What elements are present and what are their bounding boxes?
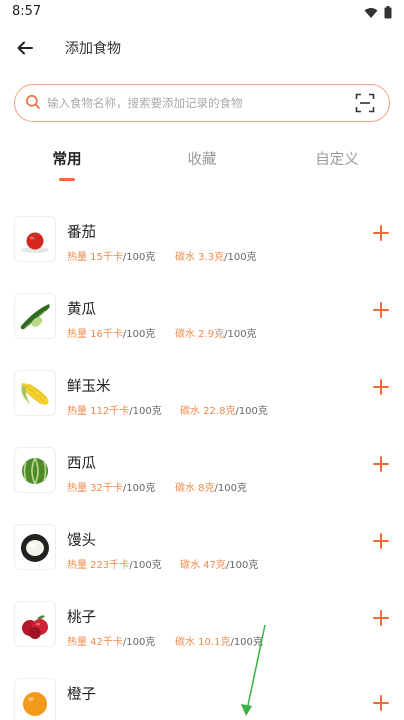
tomato-icon	[21, 232, 49, 253]
tab-common[interactable]: 常用	[27, 148, 107, 169]
food-name: 桃子	[67, 610, 96, 626]
food-thumbnail	[14, 447, 56, 493]
orange-icon	[23, 692, 47, 716]
add-food-button[interactable]	[372, 609, 390, 627]
steamed-bun-icon	[21, 534, 49, 562]
add-food-button[interactable]	[372, 301, 390, 319]
food-thumbnail	[14, 216, 56, 262]
food-thumbnail	[14, 524, 56, 570]
food-thumbnail	[14, 678, 56, 720]
add-food-button[interactable]	[372, 224, 390, 242]
food-item-peach[interactable]: 桃子 热量 42千卡/100克 碳水 10.1克/100克	[0, 593, 404, 670]
wifi-icon	[364, 7, 378, 18]
food-energy: 热量 223千卡/100克	[67, 560, 162, 571]
battery-icon	[384, 6, 392, 19]
add-food-button[interactable]	[372, 455, 390, 473]
food-carbs: 碳水 3.3克/100克	[175, 252, 257, 263]
food-name: 西瓜	[67, 456, 96, 472]
food-energy: 热量 15千卡/100克	[67, 252, 156, 263]
app-bar: 添加食物	[0, 26, 404, 70]
search-bar[interactable]	[14, 84, 390, 122]
food-carbs: 碳水 22.8克/100克	[180, 406, 268, 417]
food-item-orange[interactable]: 橙子	[0, 670, 404, 720]
food-carbs: 碳水 8克/100克	[175, 483, 248, 494]
food-name: 鲜玉米	[67, 379, 111, 395]
back-button[interactable]	[12, 36, 38, 60]
food-energy: 热量 112千卡/100克	[67, 406, 162, 417]
food-thumbnail	[14, 370, 56, 416]
status-icons	[364, 6, 392, 19]
food-name: 橙子	[67, 687, 96, 703]
tab-custom[interactable]: 自定义	[297, 148, 377, 169]
food-name: 黄瓜	[67, 302, 96, 318]
add-food-button[interactable]	[372, 378, 390, 396]
tab-bar: 常用 收藏 自定义	[0, 142, 404, 188]
food-thumbnail	[14, 601, 56, 647]
food-energy: 热量 42千卡/100克	[67, 637, 156, 648]
food-carbs: 碳水 47克/100克	[180, 560, 259, 571]
food-list: 番茄 热量 15千卡/100克 碳水 3.3克/100克 黄瓜 热量 16千卡/…	[0, 208, 404, 720]
tab-indicator	[59, 178, 75, 181]
watermelon-icon	[22, 457, 48, 485]
arrow-left-icon	[17, 41, 33, 55]
food-energy: 热量 32千卡/100克	[67, 483, 156, 494]
status-time: 8:57	[12, 4, 42, 19]
food-thumbnail	[14, 293, 56, 339]
food-name: 馒头	[67, 533, 96, 549]
search-icon	[26, 95, 40, 109]
cucumber-icon	[20, 304, 50, 330]
food-item-tomato[interactable]: 番茄 热量 15千卡/100克 碳水 3.3克/100克	[0, 208, 404, 285]
food-carbs: 碳水 10.1克/100克	[175, 637, 263, 648]
search-input[interactable]	[47, 91, 347, 115]
scan-icon[interactable]	[355, 93, 375, 113]
page-title: 添加食物	[65, 41, 121, 57]
corn-icon	[21, 383, 49, 405]
add-food-button[interactable]	[372, 532, 390, 550]
food-name: 番茄	[67, 225, 96, 241]
food-item-steamed-bun[interactable]: 馒头 热量 223千卡/100克 碳水 47克/100克	[0, 516, 404, 593]
status-bar: 8:57	[0, 0, 404, 26]
food-item-cucumber[interactable]: 黄瓜 热量 16千卡/100克 碳水 2.9克/100克	[0, 285, 404, 362]
food-energy: 热量 16千卡/100克	[67, 329, 156, 340]
add-food-button[interactable]	[372, 694, 390, 712]
food-item-corn[interactable]: 鲜玉米 热量 112千卡/100克 碳水 22.8克/100克	[0, 362, 404, 439]
food-item-watermelon[interactable]: 西瓜 热量 32千卡/100克 碳水 8克/100克	[0, 439, 404, 516]
food-carbs: 碳水 2.9克/100克	[175, 329, 257, 340]
peach-icon	[22, 615, 48, 639]
tab-favorites[interactable]: 收藏	[162, 148, 242, 169]
